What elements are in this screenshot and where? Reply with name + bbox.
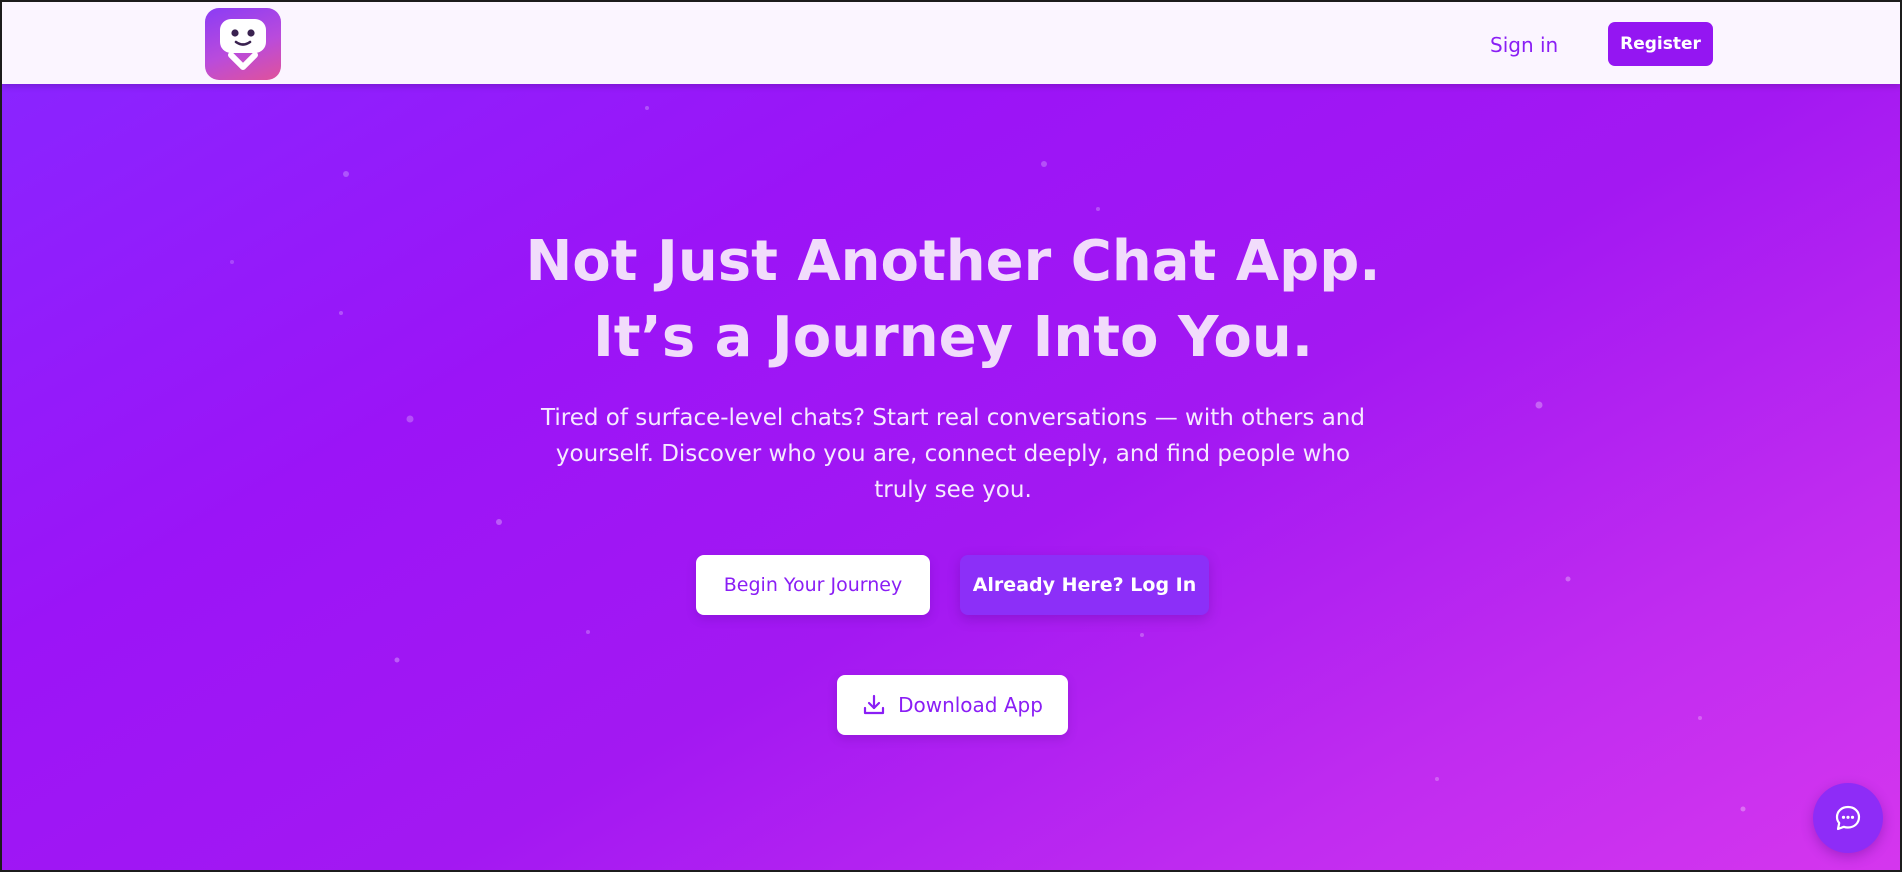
- app-logo[interactable]: [205, 8, 281, 80]
- chat-widget-button[interactable]: [1813, 783, 1883, 853]
- sign-in-link[interactable]: Sign in: [1490, 30, 1558, 60]
- page-frame: Sign in Register Not Just Another Chat A…: [0, 0, 1902, 872]
- download-app-button[interactable]: Download App: [837, 675, 1068, 735]
- begin-journey-button[interactable]: Begin Your Journey: [696, 555, 930, 615]
- register-button[interactable]: Register: [1608, 22, 1713, 66]
- download-icon: [863, 694, 885, 715]
- hero-headline-line1: Not Just Another Chat App.: [525, 229, 1381, 294]
- download-app-label: Download App: [898, 693, 1043, 717]
- hero-headline-line2: It’s a Journey Into You.: [592, 305, 1314, 370]
- smiling-chat-bubble-icon: [220, 19, 266, 70]
- chat-bubble-icon: [1835, 805, 1861, 831]
- top-navbar: Sign in Register: [2, 2, 1900, 84]
- hero-subtext: Tired of surface-level chats? Start real…: [541, 405, 1365, 503]
- hero-headline: Not Just Another Chat App. It’s a Journe…: [2, 224, 1900, 376]
- login-button[interactable]: Already Here? Log In: [960, 555, 1209, 615]
